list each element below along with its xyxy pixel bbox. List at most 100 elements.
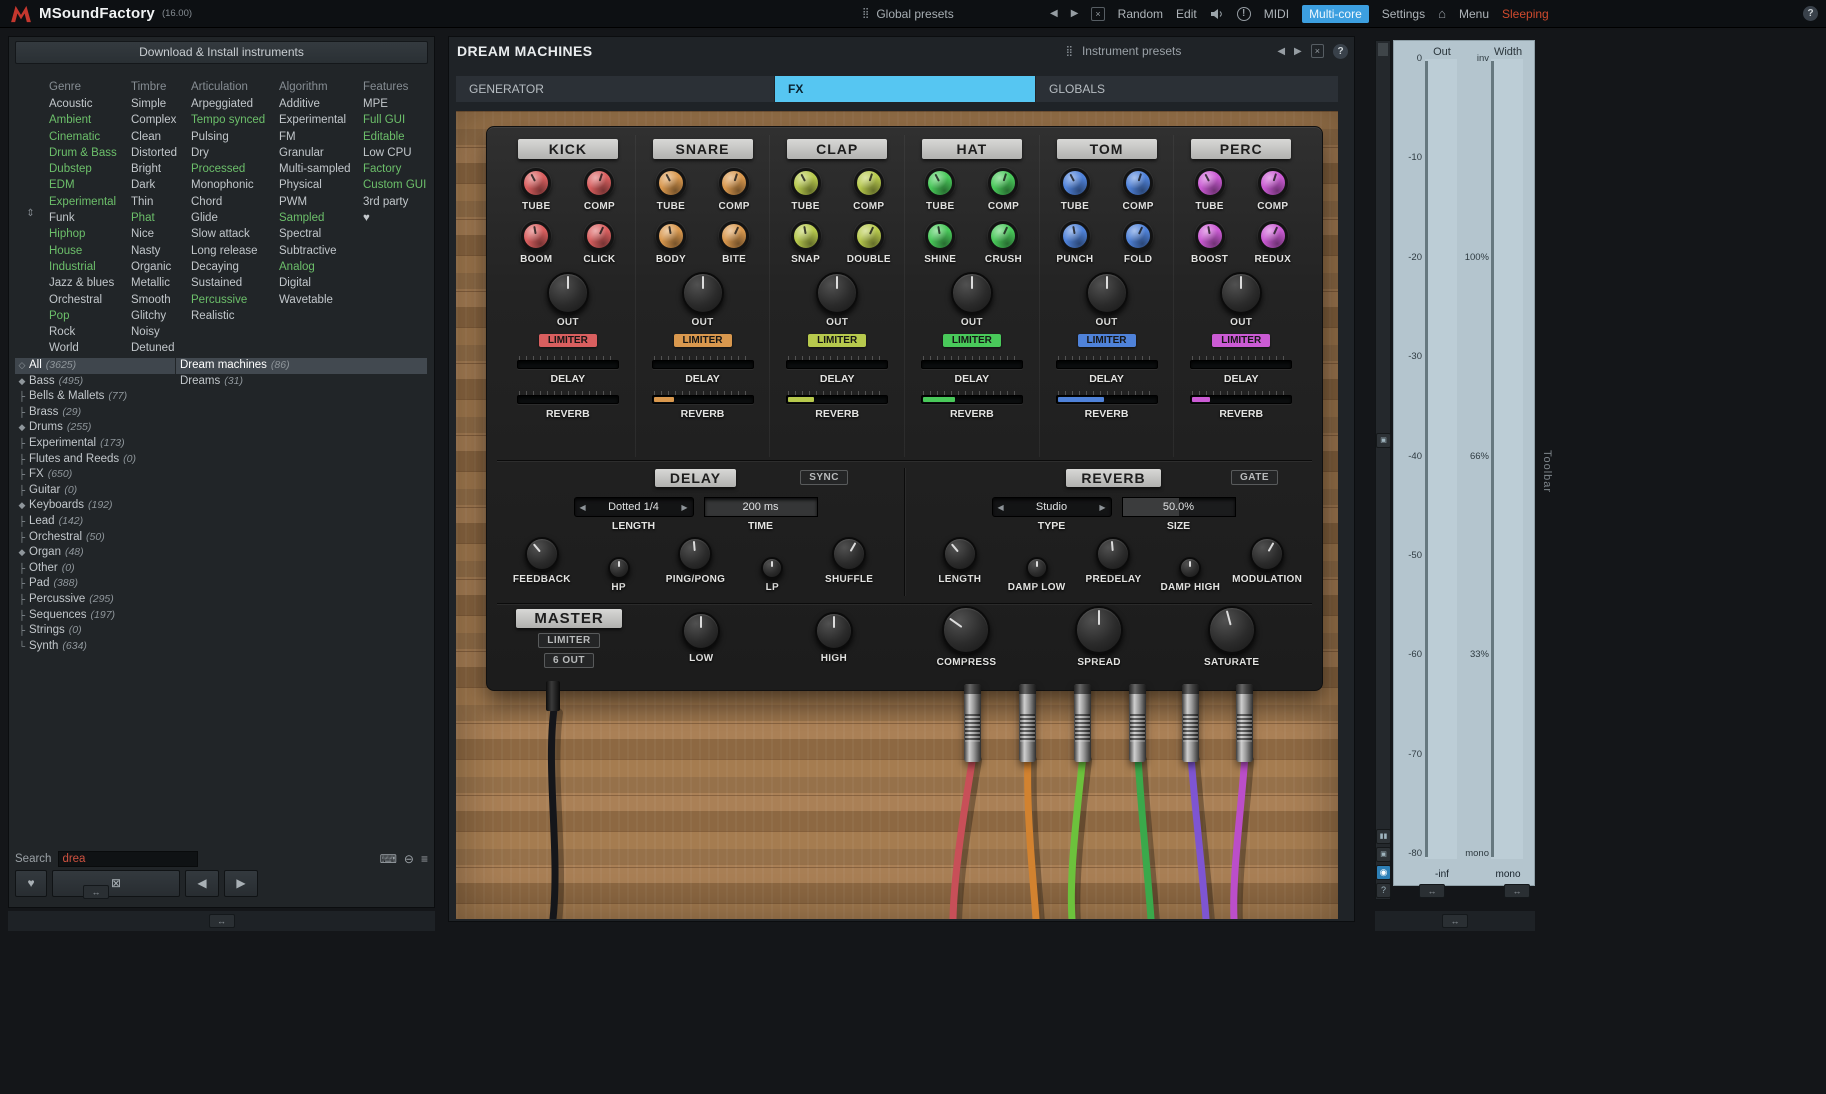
filter-item[interactable]: Clean — [131, 129, 177, 145]
random-button[interactable]: Random — [1118, 7, 1163, 21]
xlr-connector[interactable] — [1074, 684, 1091, 762]
tree-item[interactable]: ◆ Drums (255) — [15, 420, 175, 436]
xlr-connector[interactable] — [1236, 684, 1253, 762]
filter-item[interactable]: Nasty — [131, 243, 177, 259]
filter-item[interactable]: Multi-sampled — [279, 161, 351, 177]
filter-item[interactable]: Spectral — [279, 226, 351, 242]
tab[interactable]: GENERATOR — [456, 76, 774, 102]
result-item[interactable]: Dreams(31) — [176, 374, 427, 390]
close-icon[interactable]: × — [1311, 44, 1324, 58]
xlr-connector[interactable] — [964, 684, 981, 762]
tree-item[interactable]: ├ Lead (142) — [15, 514, 175, 530]
filter-item[interactable]: World — [49, 340, 117, 356]
filter-item[interactable]: Noisy — [131, 324, 177, 340]
home-icon[interactable]: ⌂ — [1438, 6, 1446, 21]
tree-item[interactable]: ├ Percussive (295) — [15, 592, 175, 608]
pause-icon[interactable]: ▮▮ — [1376, 829, 1391, 844]
filter-item[interactable]: Subtractive — [279, 243, 351, 259]
download-install-button[interactable]: Download & Install instruments — [15, 41, 428, 64]
power-icon[interactable]: ◉ — [1376, 865, 1391, 880]
tree-item[interactable]: ├ Strings (0) — [15, 623, 175, 639]
tree-item[interactable]: ├ FX (650) — [15, 467, 175, 483]
filter-item[interactable]: Detuned — [131, 340, 177, 356]
filter-item[interactable]: Rock — [49, 324, 117, 340]
prev-preset-icon[interactable]: ◀ — [1050, 8, 1058, 19]
filter-item[interactable]: Orchestral — [49, 292, 117, 308]
filter-item[interactable]: Distorted — [131, 145, 177, 161]
xlr-connector[interactable] — [1019, 684, 1036, 762]
filter-item[interactable]: Experimental — [49, 194, 117, 210]
filter-item[interactable]: FM — [279, 129, 351, 145]
column-splitter-icon[interactable]: ⇕ — [24, 205, 37, 223]
filter-item[interactable]: Dubstep — [49, 161, 117, 177]
filter-item[interactable]: Percussive — [191, 292, 265, 308]
melda-logo[interactable] — [10, 5, 32, 23]
tree-item[interactable]: ◇ All (3625) — [15, 358, 175, 374]
filter-item[interactable]: Dark — [131, 177, 177, 193]
filter-item[interactable]: Digital — [279, 275, 351, 291]
xlr-connector[interactable] — [1129, 684, 1146, 762]
xlr-connector[interactable] — [1182, 684, 1199, 762]
filter-item[interactable]: Editable — [363, 129, 426, 145]
tree-item[interactable]: ├ Experimental (173) — [15, 436, 175, 452]
filter-item[interactable]: Funk — [49, 210, 117, 226]
filter-item[interactable]: Monophonic — [191, 177, 265, 193]
resize-handle[interactable]: ↔ — [1442, 914, 1468, 928]
global-presets-button[interactable]: ⣿ Global presets — [862, 7, 954, 21]
filter-item[interactable]: Slow attack — [191, 226, 265, 242]
filter-item[interactable]: Organic — [131, 259, 177, 275]
help-icon[interactable]: ? — [1376, 883, 1391, 898]
next-instrument-preset-icon[interactable]: ▶ — [1294, 46, 1302, 57]
tree-item[interactable]: ◆ Bass (495) — [15, 374, 175, 390]
filter-item[interactable]: Ambient — [49, 112, 117, 128]
filter-item[interactable]: Analog — [279, 259, 351, 275]
help-button[interactable]: ? — [1803, 6, 1818, 21]
search-input[interactable] — [58, 851, 198, 867]
result-item[interactable]: Dream machines(86) — [176, 358, 427, 374]
window-icon[interactable]: ▣ — [1376, 433, 1391, 448]
filter-item[interactable]: Sustained — [191, 275, 265, 291]
sleeping-indicator[interactable]: Sleeping — [1502, 7, 1549, 21]
filter-item[interactable]: Nice — [131, 226, 177, 242]
resize-handle[interactable]: ↔ — [1504, 884, 1530, 898]
edit-button[interactable]: Edit — [1176, 7, 1197, 21]
resize-handle[interactable]: ↔ — [209, 914, 235, 928]
filter-item[interactable]: Drum & Bass — [49, 145, 117, 161]
instrument-presets-button[interactable]: Instrument presets — [1082, 44, 1181, 58]
resize-handle[interactable]: ↔ — [83, 885, 109, 899]
filter-item[interactable]: House — [49, 243, 117, 259]
scrollbar-thumb[interactable] — [1378, 43, 1388, 56]
filter-item[interactable]: Smooth — [131, 292, 177, 308]
speaker-icon[interactable] — [1210, 8, 1224, 20]
filter-item[interactable]: Bright — [131, 161, 177, 177]
menu-button[interactable]: Menu — [1459, 7, 1489, 21]
filter-item[interactable]: MPE — [363, 96, 426, 112]
warning-icon[interactable]: ! — [1237, 7, 1251, 21]
tree-item[interactable]: ◆ Organ (48) — [15, 545, 175, 561]
filter-item[interactable]: Realistic — [191, 308, 265, 324]
resize-handle[interactable]: ↔ — [1419, 884, 1445, 898]
filter-item[interactable]: Jazz & blues — [49, 275, 117, 291]
tree-item[interactable]: ├ Bells & Mallets (77) — [15, 389, 175, 405]
tree-item[interactable]: ├ Brass (29) — [15, 405, 175, 421]
cable-black[interactable] — [551, 709, 555, 919]
tree-item[interactable]: ├ Pad (388) — [15, 576, 175, 592]
filter-item[interactable]: Glide — [191, 210, 265, 226]
close-preset-icon[interactable]: × — [1091, 7, 1104, 21]
filter-item[interactable]: Full GUI — [363, 112, 426, 128]
favorite-button[interactable]: ♥ — [15, 870, 47, 897]
filter-item[interactable]: Thin — [131, 194, 177, 210]
prev-instrument-preset-icon[interactable]: ◀ — [1277, 46, 1285, 57]
filter-item[interactable]: Complex — [131, 112, 177, 128]
filter-item[interactable]: Low CPU — [363, 145, 426, 161]
filter-item[interactable]: Wavetable — [279, 292, 351, 308]
filter-item[interactable]: Tempo synced — [191, 112, 265, 128]
filter-item[interactable]: Dry — [191, 145, 265, 161]
filter-item[interactable]: Pulsing — [191, 129, 265, 145]
filter-item[interactable]: Factory — [363, 161, 426, 177]
multicore-button[interactable]: Multi-core — [1302, 5, 1369, 23]
filter-item[interactable]: Physical — [279, 177, 351, 193]
filter-item[interactable]: Processed — [191, 161, 265, 177]
filter-item[interactable]: Hiphop — [49, 226, 117, 242]
filter-item[interactable]: Phat — [131, 210, 177, 226]
